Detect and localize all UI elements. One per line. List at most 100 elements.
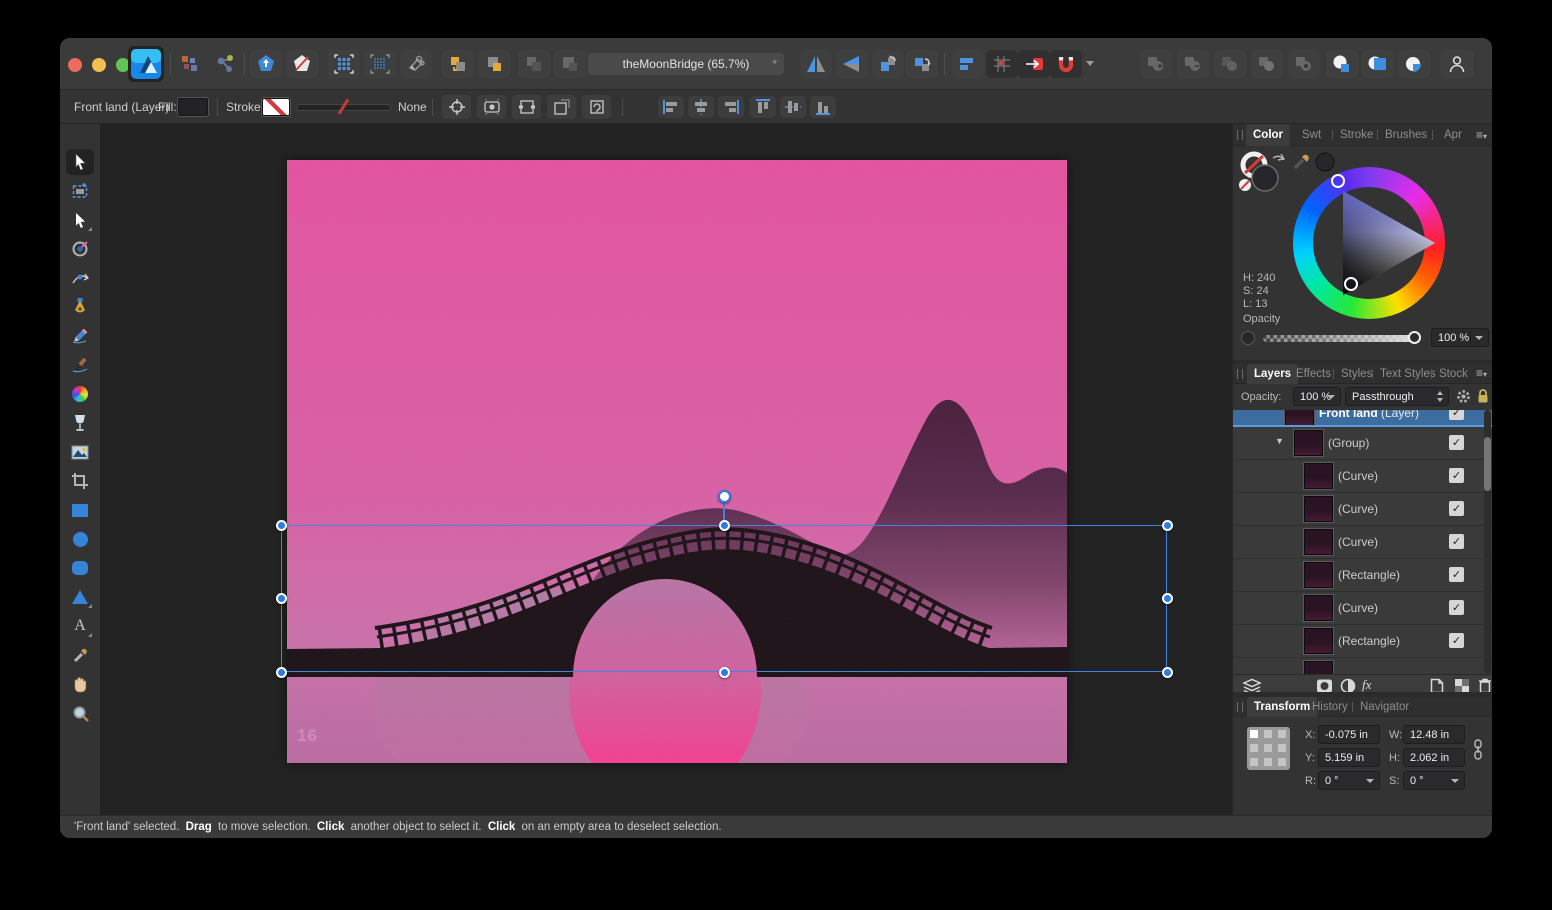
rotate-ccw-button[interactable]: [872, 50, 904, 78]
minimize-window-button[interactable]: [92, 58, 106, 72]
selection-handle-top-right[interactable]: [1162, 520, 1173, 531]
anchor-dot[interactable]: [1278, 730, 1286, 738]
rotate-cw-button[interactable]: [906, 50, 938, 78]
tool-ellipse[interactable]: [66, 526, 94, 552]
layer-opacity-dropdown-arrow[interactable]: [1327, 395, 1335, 399]
tool-colour[interactable]: [66, 381, 94, 407]
close-window-button[interactable]: [68, 58, 82, 72]
align-right-button[interactable]: [718, 96, 744, 118]
tool-triangle[interactable]: [66, 584, 94, 610]
x-field[interactable]: -0.075 in: [1318, 725, 1380, 744]
blend-stepper-up[interactable]: [1437, 391, 1443, 395]
panel-drag-grip[interactable]: [1237, 702, 1243, 712]
panel-drag-grip[interactable]: [1237, 130, 1243, 140]
layer-row[interactable]: (Rectangle)✓: [1233, 559, 1492, 592]
anchor-dot[interactable]: [1278, 744, 1286, 752]
show-selection-toggle[interactable]: [477, 95, 506, 119]
rotation-handle[interactable]: [718, 490, 731, 503]
layer-row[interactable]: [1233, 658, 1492, 674]
tool-move[interactable]: [66, 149, 94, 175]
anchor-dot[interactable]: [1264, 744, 1272, 752]
anchor-point-selector[interactable]: [1247, 727, 1290, 770]
layer-effects-fx-icon[interactable]: fx: [1362, 677, 1371, 693]
panel-drag-grip[interactable]: [1237, 369, 1243, 379]
opacity-dropdown-arrow[interactable]: [1475, 336, 1483, 340]
fill-color-swatch[interactable]: [178, 98, 208, 116]
layer-lock-icon[interactable]: [1476, 388, 1490, 405]
boolean-combine-button[interactable]: [1288, 50, 1320, 78]
tool-rounded-rectangle[interactable]: [66, 555, 94, 581]
tab-effects[interactable]: Effects: [1289, 364, 1338, 384]
layer-row[interactable]: (Curve)✓: [1233, 460, 1492, 493]
layer-visibility-checkbox[interactable]: ✓: [1449, 468, 1464, 483]
tool-pencil[interactable]: [66, 323, 94, 349]
anchor-dot[interactable]: [1264, 758, 1272, 766]
layer-settings-gear-icon[interactable]: [1455, 388, 1472, 405]
anchor-dot[interactable]: [1250, 744, 1258, 752]
anchor-dot[interactable]: [1264, 730, 1272, 738]
saturation-lightness-triangle[interactable]: [1293, 167, 1445, 319]
tool-artboard[interactable]: [66, 178, 94, 204]
tool-vector-brush[interactable]: [66, 352, 94, 378]
panel-menu-icon[interactable]: ≡▾: [1476, 128, 1487, 142]
selection-handle-top-left[interactable]: [276, 520, 287, 531]
align-top-button[interactable]: [750, 96, 776, 118]
tool-rectangle[interactable]: [66, 497, 94, 523]
document-title[interactable]: theMoonBridge (65.7%) *: [588, 53, 784, 75]
upload-shape-button[interactable]: [250, 50, 282, 78]
selection-handle-bottom-right[interactable]: [1162, 667, 1173, 678]
convert-to-curves-button[interactable]: [400, 50, 432, 78]
layer-thumbnail[interactable]: [1294, 430, 1323, 456]
layer-visibility-checkbox[interactable]: ✓: [1449, 501, 1464, 516]
layer-list-scrollbar-thumb[interactable]: [1484, 437, 1491, 491]
tool-pen[interactable]: [66, 294, 94, 320]
layer-row[interactable]: Front land (Layer)✓: [1233, 410, 1492, 427]
layer-row[interactable]: (Rectangle)✓: [1233, 625, 1492, 658]
align-middle-vertical-button[interactable]: [780, 96, 806, 118]
style-copy-button[interactable]: [1362, 50, 1394, 78]
layer-expander-icon[interactable]: ▼: [1275, 436, 1284, 446]
h-field[interactable]: 2.062 in: [1403, 748, 1465, 767]
designer-persona-button[interactable]: [128, 46, 164, 82]
opacity-swatch[interactable]: [1241, 331, 1255, 345]
tab-swatches[interactable]: Swt: [1295, 124, 1328, 146]
canvas-document[interactable]: 16: [287, 160, 1067, 763]
layer-thumbnail[interactable]: [1304, 628, 1333, 654]
insert-behind-button[interactable]: [518, 50, 550, 78]
snapping-magnet-toggle[interactable]: [1050, 50, 1082, 78]
anchor-dot[interactable]: [1278, 758, 1286, 766]
flip-horizontal-button[interactable]: [800, 50, 832, 78]
s-dropdown-arrow[interactable]: [1451, 779, 1459, 783]
flip-vertical-button[interactable]: [836, 50, 868, 78]
layer-visibility-checkbox[interactable]: ✓: [1449, 633, 1464, 648]
pasteboard[interactable]: 16: [100, 124, 1232, 815]
selection-handle-bottom-left[interactable]: [276, 667, 287, 678]
selection-handle-middle-right[interactable]: [1162, 593, 1173, 604]
transform-objects-toggle[interactable]: [512, 95, 541, 119]
pixel-persona-button[interactable]: [174, 50, 206, 78]
layer-visibility-checkbox[interactable]: ✓: [1449, 600, 1464, 615]
anchor-top-left-selected[interactable]: [1250, 730, 1258, 738]
show-grid-button[interactable]: [328, 50, 360, 78]
layer-row[interactable]: (Curve)✓: [1233, 592, 1492, 625]
tool-point-transform[interactable]: [66, 236, 94, 262]
no-shape-button[interactable]: [286, 50, 318, 78]
insert-inside-button[interactable]: [554, 50, 586, 78]
layer-row[interactable]: ▼(Group)✓: [1233, 427, 1492, 460]
w-field[interactable]: 12.48 in: [1403, 725, 1465, 744]
selection-bounding-box[interactable]: [281, 525, 1167, 672]
layer-thumbnail[interactable]: [1285, 410, 1314, 426]
layer-visibility-checkbox[interactable]: ✓: [1449, 435, 1464, 450]
align-center-horizontal-button[interactable]: [688, 96, 714, 118]
opacity-value-field[interactable]: 100 %: [1431, 328, 1489, 347]
layer-thumbnail[interactable]: [1304, 661, 1333, 674]
tool-transparency[interactable]: [66, 410, 94, 436]
tab-appearance[interactable]: Apr: [1437, 124, 1469, 146]
tab-stroke[interactable]: Stroke: [1333, 124, 1380, 146]
tab-brushes[interactable]: Brushes: [1378, 124, 1434, 146]
layer-visibility-checkbox[interactable]: ✓: [1449, 410, 1464, 420]
tool-node[interactable]: [66, 207, 94, 233]
layer-thumbnail[interactable]: [1304, 595, 1333, 621]
style-blend-button[interactable]: [1398, 50, 1430, 78]
layer-opacity-field[interactable]: 100 %: [1293, 387, 1341, 406]
